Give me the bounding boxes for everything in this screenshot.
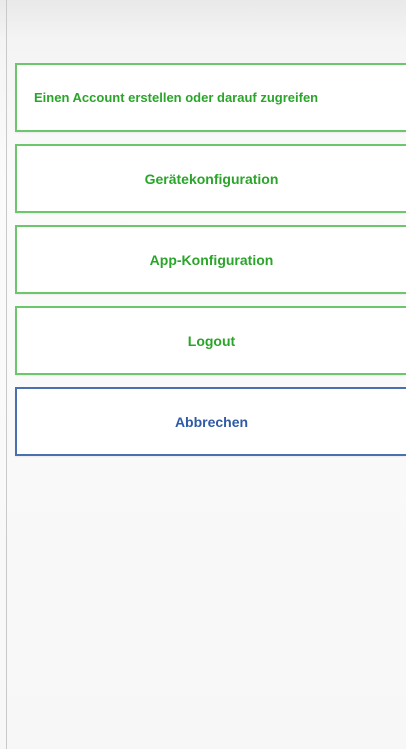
- app-configuration-button[interactable]: App-Konfiguration: [15, 225, 406, 294]
- left-edge-divider: [6, 0, 7, 749]
- cancel-button[interactable]: Abbrechen: [15, 387, 406, 456]
- create-or-access-account-button[interactable]: Einen Account erstellen oder darauf zugr…: [15, 63, 406, 132]
- action-sheet-screen: Einen Account erstellen oder darauf zugr…: [0, 0, 406, 749]
- action-menu: Einen Account erstellen oder darauf zugr…: [15, 63, 406, 468]
- logout-button[interactable]: Logout: [15, 306, 406, 375]
- device-configuration-button[interactable]: Gerätekonfiguration: [15, 144, 406, 213]
